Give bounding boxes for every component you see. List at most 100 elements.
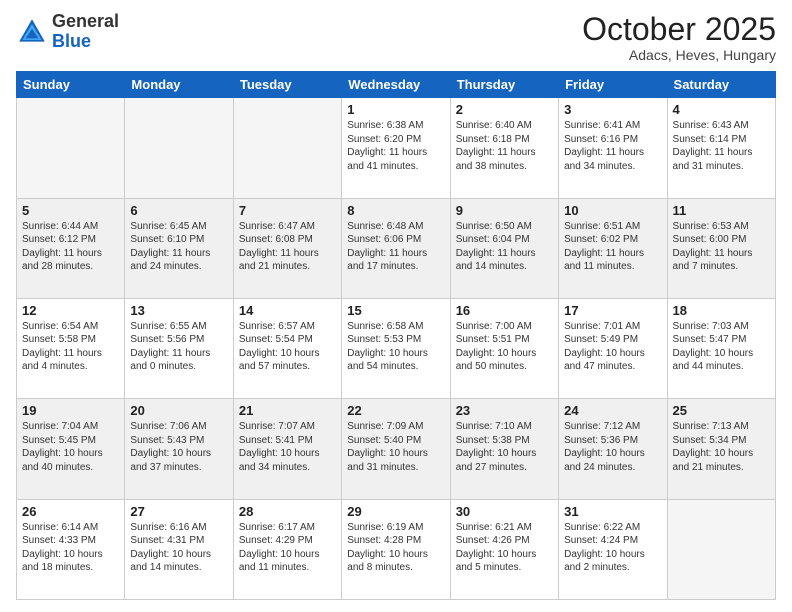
month-title: October 2025 (582, 12, 776, 47)
day-info: Sunrise: 6:21 AM Sunset: 4:26 PM Dayligh… (456, 521, 553, 575)
day-number: 19 (22, 403, 119, 418)
day-number: 11 (673, 203, 770, 218)
day-number: 29 (347, 504, 444, 519)
calendar-day-cell (233, 98, 341, 198)
calendar-day-cell (667, 499, 775, 599)
calendar-header-friday: Friday (559, 72, 667, 98)
calendar-day-cell: 11 Sunrise: 6:53 AM Sunset: 6:00 PM Dayli… (667, 198, 775, 298)
day-number: 21 (239, 403, 336, 418)
calendar-header-sunday: Sunday (17, 72, 125, 98)
day-info: Sunrise: 6:17 AM Sunset: 4:29 PM Dayligh… (239, 521, 336, 575)
day-info: Sunrise: 7:00 AM Sunset: 5:51 PM Dayligh… (456, 320, 553, 374)
logo: General Blue (16, 12, 119, 52)
day-number: 8 (347, 203, 444, 218)
day-number: 28 (239, 504, 336, 519)
day-info: Sunrise: 7:09 AM Sunset: 5:40 PM Dayligh… (347, 420, 444, 474)
calendar-week-row: 19 Sunrise: 7:04 AM Sunset: 5:45 PM Dayli… (17, 399, 776, 499)
calendar-day-cell (125, 98, 233, 198)
day-number: 24 (564, 403, 661, 418)
calendar-day-cell: 24 Sunrise: 7:12 AM Sunset: 5:36 PM Dayli… (559, 399, 667, 499)
calendar-day-cell: 3 Sunrise: 6:41 AM Sunset: 6:16 PM Daylig… (559, 98, 667, 198)
calendar-day-cell: 6 Sunrise: 6:45 AM Sunset: 6:10 PM Daylig… (125, 198, 233, 298)
day-number: 15 (347, 303, 444, 318)
calendar-day-cell: 25 Sunrise: 7:13 AM Sunset: 5:34 PM Dayli… (667, 399, 775, 499)
day-number: 6 (130, 203, 227, 218)
calendar-header-saturday: Saturday (667, 72, 775, 98)
day-info: Sunrise: 6:41 AM Sunset: 6:16 PM Dayligh… (564, 119, 661, 173)
calendar-day-cell: 14Sunrise: 6:57 AM Sunset: 5:54 PM Dayli… (233, 298, 341, 398)
day-number: 1 (347, 102, 444, 117)
day-info: Sunrise: 7:07 AM Sunset: 5:41 PM Dayligh… (239, 420, 336, 474)
calendar-day-cell: 1 Sunrise: 6:38 AM Sunset: 6:20 PM Daylig… (342, 98, 450, 198)
calendar-day-cell (17, 98, 125, 198)
day-info: Sunrise: 7:04 AM Sunset: 5:45 PM Dayligh… (22, 420, 119, 474)
calendar-day-cell: 10Sunrise: 6:51 AM Sunset: 6:02 PM Dayli… (559, 198, 667, 298)
day-info: Sunrise: 6:58 AM Sunset: 5:53 PM Dayligh… (347, 320, 444, 374)
day-info: Sunrise: 6:55 AM Sunset: 5:56 PM Dayligh… (130, 320, 227, 374)
day-number: 20 (130, 403, 227, 418)
day-info: Sunrise: 6:40 AM Sunset: 6:18 PM Dayligh… (456, 119, 553, 173)
calendar-header-thursday: Thursday (450, 72, 558, 98)
calendar-day-cell: 12 Sunrise: 6:54 AM Sunset: 5:58 PM Dayli… (17, 298, 125, 398)
calendar-day-cell: 2 Sunrise: 6:40 AM Sunset: 6:18 PM Daylig… (450, 98, 558, 198)
day-number: 23 (456, 403, 553, 418)
day-info: Sunrise: 6:54 AM Sunset: 5:58 PM Dayligh… (22, 320, 119, 374)
day-info: Sunrise: 6:44 AM Sunset: 6:12 PM Dayligh… (22, 220, 119, 274)
day-number: 31 (564, 504, 661, 519)
calendar-day-cell: 31Sunrise: 6:22 AM Sunset: 4:24 PM Dayli… (559, 499, 667, 599)
calendar-header-wednesday: Wednesday (342, 72, 450, 98)
day-number: 9 (456, 203, 553, 218)
day-info: Sunrise: 6:53 AM Sunset: 6:00 PM Dayligh… (673, 220, 770, 274)
day-number: 18 (673, 303, 770, 318)
page: General Blue October 2025 Adacs, Heves, … (0, 0, 792, 612)
calendar-table: SundayMondayTuesdayWednesdayThursdayFrid… (16, 71, 776, 600)
logo-blue-text: Blue (52, 31, 91, 51)
day-info: Sunrise: 6:38 AM Sunset: 6:20 PM Dayligh… (347, 119, 444, 173)
logo-general-text: General (52, 11, 119, 31)
calendar-week-row: 1 Sunrise: 6:38 AM Sunset: 6:20 PM Daylig… (17, 98, 776, 198)
day-info: Sunrise: 7:13 AM Sunset: 5:34 PM Dayligh… (673, 420, 770, 474)
calendar-day-cell: 27Sunrise: 6:16 AM Sunset: 4:31 PM Dayli… (125, 499, 233, 599)
calendar-day-cell: 9 Sunrise: 6:50 AM Sunset: 6:04 PM Daylig… (450, 198, 558, 298)
day-info: Sunrise: 6:48 AM Sunset: 6:06 PM Dayligh… (347, 220, 444, 274)
calendar-day-cell: 22 Sunrise: 7:09 AM Sunset: 5:40 PM Dayli… (342, 399, 450, 499)
day-number: 26 (22, 504, 119, 519)
calendar-day-cell: 5 Sunrise: 6:44 AM Sunset: 6:12 PM Daylig… (17, 198, 125, 298)
day-number: 2 (456, 102, 553, 117)
calendar-day-cell: 7 Sunrise: 6:47 AM Sunset: 6:08 PM Daylig… (233, 198, 341, 298)
day-info: Sunrise: 6:50 AM Sunset: 6:04 PM Dayligh… (456, 220, 553, 274)
day-info: Sunrise: 6:19 AM Sunset: 4:28 PM Dayligh… (347, 521, 444, 575)
day-number: 16 (456, 303, 553, 318)
calendar-week-row: 12 Sunrise: 6:54 AM Sunset: 5:58 PM Dayli… (17, 298, 776, 398)
title-block: October 2025 Adacs, Heves, Hungary (582, 12, 776, 63)
calendar-day-cell: 23 Sunrise: 7:10 AM Sunset: 5:38 PM Dayli… (450, 399, 558, 499)
calendar-day-cell: 29 Sunrise: 6:19 AM Sunset: 4:28 PM Dayli… (342, 499, 450, 599)
day-number: 10 (564, 203, 661, 218)
day-info: Sunrise: 7:06 AM Sunset: 5:43 PM Dayligh… (130, 420, 227, 474)
location: Adacs, Heves, Hungary (582, 47, 776, 63)
day-info: Sunrise: 6:47 AM Sunset: 6:08 PM Dayligh… (239, 220, 336, 274)
calendar-day-cell: 30 Sunrise: 6:21 AM Sunset: 4:26 PM Dayli… (450, 499, 558, 599)
logo-icon (16, 16, 48, 48)
day-info: Sunrise: 7:12 AM Sunset: 5:36 PM Dayligh… (564, 420, 661, 474)
day-number: 25 (673, 403, 770, 418)
calendar-header-row: SundayMondayTuesdayWednesdayThursdayFrid… (17, 72, 776, 98)
day-number: 7 (239, 203, 336, 218)
day-number: 3 (564, 102, 661, 117)
day-number: 13 (130, 303, 227, 318)
calendar-day-cell: 15 Sunrise: 6:58 AM Sunset: 5:53 PM Dayli… (342, 298, 450, 398)
header: General Blue October 2025 Adacs, Heves, … (16, 12, 776, 63)
day-number: 14 (239, 303, 336, 318)
day-info: Sunrise: 6:45 AM Sunset: 6:10 PM Dayligh… (130, 220, 227, 274)
day-info: Sunrise: 7:10 AM Sunset: 5:38 PM Dayligh… (456, 420, 553, 474)
day-info: Sunrise: 6:43 AM Sunset: 6:14 PM Dayligh… (673, 119, 770, 173)
day-number: 30 (456, 504, 553, 519)
calendar-header-monday: Monday (125, 72, 233, 98)
calendar-day-cell: 26Sunrise: 6:14 AM Sunset: 4:33 PM Dayli… (17, 499, 125, 599)
day-number: 12 (22, 303, 119, 318)
day-number: 22 (347, 403, 444, 418)
day-number: 5 (22, 203, 119, 218)
logo-text: General Blue (52, 12, 119, 52)
calendar-day-cell: 16 Sunrise: 7:00 AM Sunset: 5:51 PM Dayli… (450, 298, 558, 398)
calendar-day-cell: 28 Sunrise: 6:17 AM Sunset: 4:29 PM Dayli… (233, 499, 341, 599)
